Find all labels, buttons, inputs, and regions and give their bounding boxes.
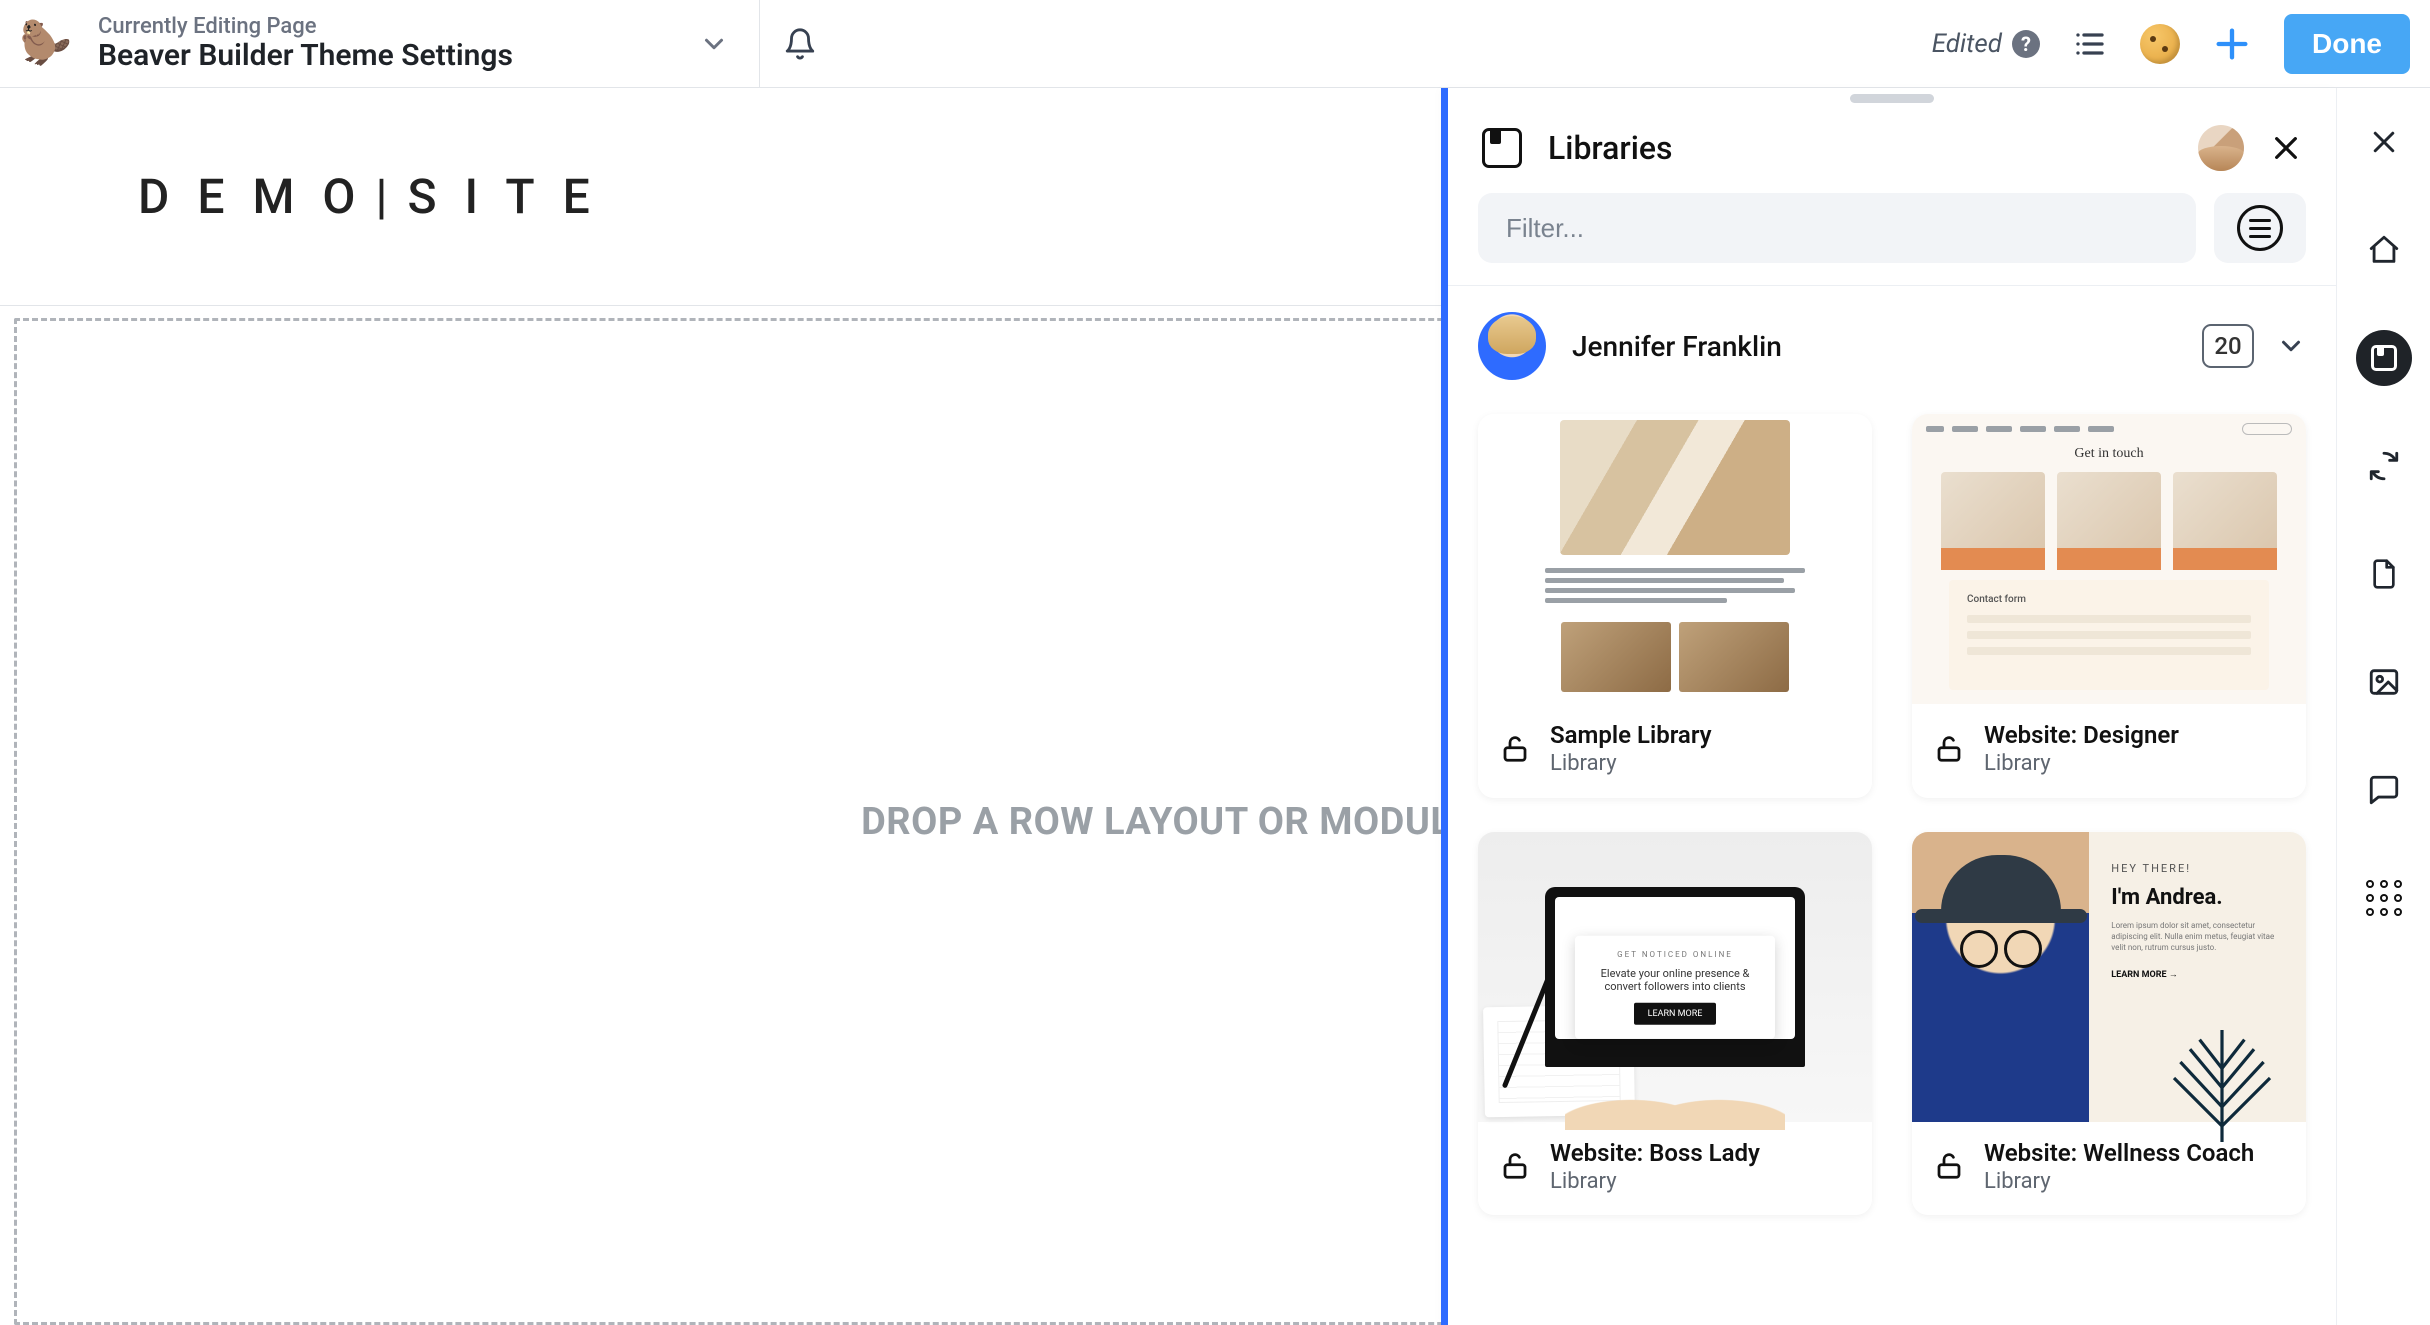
- topbar-right: Edited ? Done: [1932, 14, 2414, 74]
- topbar-left: 🦫 Currently Editing Page Beaver Builder …: [12, 0, 760, 87]
- rail-content-button[interactable]: [2356, 546, 2412, 602]
- thumb-form-label: Contact form: [1967, 594, 2251, 605]
- library-card-footer: Website: Wellness Coach Library: [1912, 1122, 2306, 1216]
- close-panel-button[interactable]: [2270, 132, 2302, 164]
- rail-media-button[interactable]: [2356, 654, 2412, 710]
- thumb-line: Elevate your online presence & convert f…: [1587, 966, 1763, 992]
- unlocked-icon: [1934, 1151, 1964, 1181]
- library-card-title: Website: Designer: [1984, 720, 2179, 750]
- canvas: DEMO | SITE DROP A ROW LAYOUT OR MODULE …: [0, 88, 2430, 1325]
- libraries-icon: [1482, 128, 1522, 168]
- library-card-title: Website: Boss Lady: [1550, 1138, 1760, 1168]
- library-thumbnail: Get in touch Contact form: [1912, 414, 2306, 704]
- library-card-subtitle: Library: [1550, 1168, 1760, 1196]
- library-count-badge: 20: [2202, 324, 2254, 368]
- thumb-eyebrow: HEY THERE!: [2111, 862, 2284, 875]
- library-card-footer: Website: Designer Library: [1912, 704, 2306, 798]
- user-avatar[interactable]: [2198, 125, 2244, 171]
- rail-comments-button[interactable]: [2356, 762, 2412, 818]
- thumb-heading: I'm Andrea.: [2111, 885, 2284, 910]
- thumb-heading: Get in touch: [2074, 446, 2143, 462]
- site-title-left: DEMO: [138, 168, 384, 225]
- notifications-button[interactable]: [760, 27, 840, 61]
- assistant-icon[interactable]: [2140, 24, 2180, 64]
- library-card[interactable]: GET NOTICED ONLINE Elevate your online p…: [1478, 832, 1872, 1216]
- site-title-right: SITE: [407, 168, 617, 225]
- add-content-button[interactable]: [2212, 24, 2252, 64]
- page-switcher-chevron[interactable]: [699, 29, 729, 59]
- library-card-subtitle: Library: [1984, 750, 2179, 778]
- beaver-builder-logo[interactable]: 🦫: [14, 12, 78, 76]
- filter-options-button[interactable]: [2214, 193, 2306, 263]
- library-card-footer: Sample Library Library: [1478, 704, 1872, 798]
- thumb-eyebrow: GET NOTICED ONLINE: [1587, 949, 1763, 958]
- library-card-subtitle: Library: [1550, 750, 1712, 778]
- library-card[interactable]: Get in touch Contact form Website: Desig…: [1912, 414, 2306, 798]
- library-thumbnail: GET NOTICED ONLINE Elevate your online p…: [1478, 832, 1872, 1122]
- collapse-owner-chevron[interactable]: [2276, 331, 2306, 361]
- library-cards: Sample Library Library Get in touch Cont…: [1448, 390, 2336, 1239]
- owner-row[interactable]: Jennifer Franklin 20: [1448, 286, 2336, 390]
- site-title: DEMO | SITE: [138, 168, 618, 225]
- outline-button[interactable]: [2072, 26, 2108, 62]
- panel-title: Libraries: [1548, 129, 1673, 167]
- library-card-title: Website: Wellness Coach: [1984, 1138, 2254, 1168]
- editing-label: Currently Editing Page: [98, 14, 513, 39]
- unlocked-icon: [1500, 734, 1530, 764]
- library-thumbnail: HEY THERE! I'm Andrea. Lorem ipsum dolor…: [1912, 832, 2306, 1122]
- rail-home-button[interactable]: [2356, 222, 2412, 278]
- rail-apps-button[interactable]: [2356, 870, 2412, 926]
- done-button[interactable]: Done: [2284, 14, 2410, 74]
- libraries-icon: [2371, 345, 2397, 371]
- hamburger-circle-icon: [2237, 205, 2283, 251]
- panel-header: Libraries: [1448, 103, 2336, 189]
- page-title: Beaver Builder Theme Settings: [98, 39, 513, 74]
- owner-name: Jennifer Franklin: [1572, 330, 1782, 363]
- thumb-cta: LEARN MORE: [1634, 1002, 1717, 1024]
- owner-avatar: [1478, 312, 1546, 380]
- rail-sync-button[interactable]: [2356, 438, 2412, 494]
- library-thumbnail: [1478, 414, 1872, 704]
- unlocked-icon: [1500, 1151, 1530, 1181]
- library-card-title: Sample Library: [1550, 720, 1712, 750]
- library-card-footer: Website: Boss Lady Library: [1478, 1122, 1872, 1216]
- apps-grid-icon: [2366, 880, 2402, 916]
- panel-drag-handle[interactable]: [1850, 94, 1934, 103]
- library-card[interactable]: Sample Library Library: [1478, 414, 1872, 798]
- library-card[interactable]: HEY THERE! I'm Andrea. Lorem ipsum dolor…: [1912, 832, 2306, 1216]
- rail-close-button[interactable]: [2356, 114, 2412, 170]
- libraries-panel: Libraries Jennifer Franklin 20: [1441, 88, 2336, 1325]
- filter-input[interactable]: [1478, 193, 2196, 263]
- unlocked-icon: [1934, 734, 1964, 764]
- right-rail: [2336, 88, 2430, 1325]
- page-title-block[interactable]: Currently Editing Page Beaver Builder Th…: [98, 14, 513, 74]
- thumb-cta: LEARN MORE →: [2111, 969, 2284, 980]
- edited-status: Edited ?: [1932, 29, 2040, 59]
- library-card-subtitle: Library: [1984, 1168, 2254, 1196]
- rail-libraries-button[interactable]: [2356, 330, 2412, 386]
- edited-label: Edited: [1932, 29, 2002, 59]
- filter-row: [1448, 189, 2336, 286]
- help-icon[interactable]: ?: [2012, 30, 2040, 58]
- topbar: 🦫 Currently Editing Page Beaver Builder …: [0, 0, 2430, 88]
